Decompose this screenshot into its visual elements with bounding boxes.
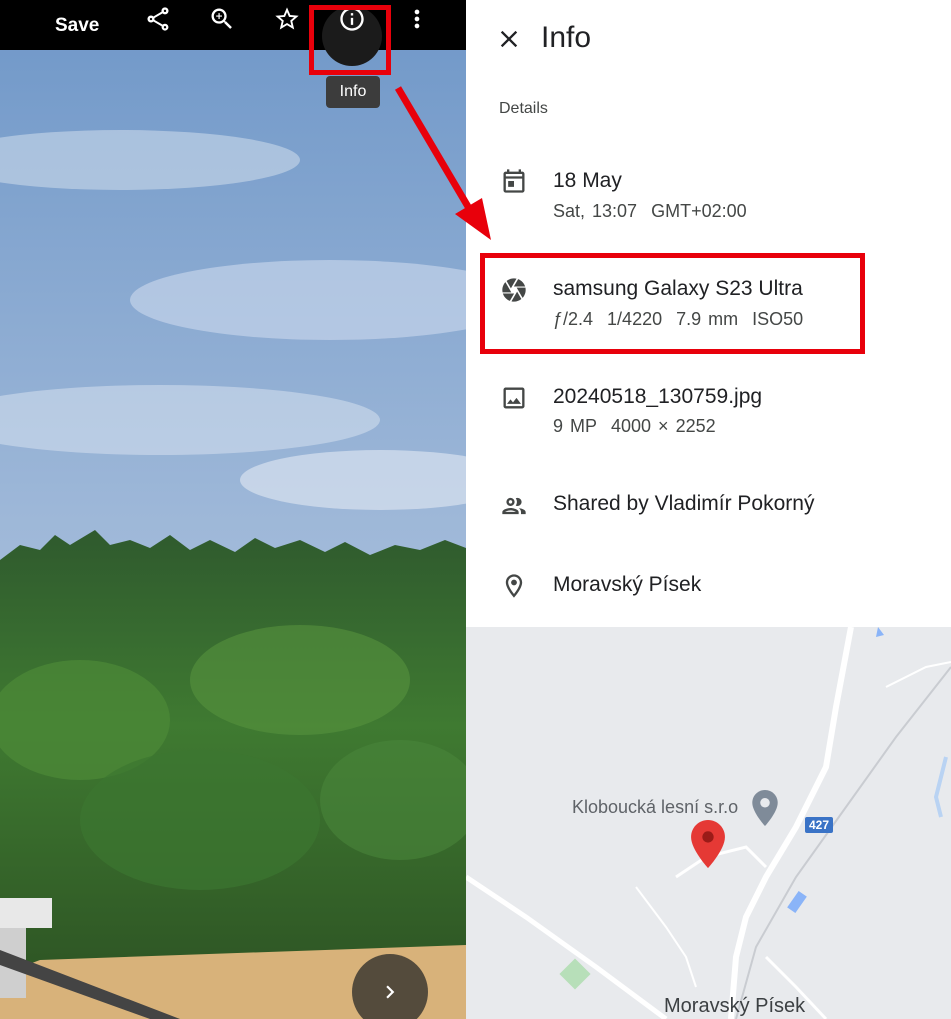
zoom-button[interactable] — [203, 0, 241, 38]
favorite-button[interactable] — [268, 0, 306, 38]
save-button[interactable]: Save — [55, 14, 99, 38]
info-annotation-box — [309, 5, 391, 75]
people-icon — [498, 490, 530, 522]
more-options-button[interactable] — [398, 0, 436, 38]
road-number-badge: 427 — [805, 817, 833, 833]
map-town-label: Moravský Písek — [664, 995, 806, 1017]
map-poi-icon — [752, 790, 778, 826]
file-details: 9 MP 4000 × 2252 — [553, 416, 730, 437]
timezone: GMT+02:00 — [651, 201, 747, 221]
date-subtext: Sat, 13:07 GMT+02:00 — [553, 201, 761, 222]
map-poi-label: Kloboucká lesní s.r.o — [572, 797, 739, 817]
section-label: Details — [499, 100, 548, 117]
photo-viewer: Save Info — [0, 0, 466, 1019]
zoom-in-icon — [211, 8, 232, 29]
map-marker-icon — [691, 820, 725, 868]
camera-annotation-box — [480, 253, 865, 354]
share-icon — [147, 7, 169, 31]
landscape-photo — [0, 0, 466, 1019]
resolution: 4000 × 2252 — [611, 416, 716, 436]
share-button[interactable] — [139, 0, 177, 38]
more-vert-icon — [414, 9, 420, 29]
star-icon — [275, 7, 299, 30]
calendar-icon — [498, 165, 530, 197]
location-map[interactable]: Kloboucká lesní s.r.o 427 Moravský Písek — [466, 627, 951, 1019]
panel-title: Info — [541, 21, 592, 54]
info-panel: Info Details 18 May Sat, 13:07 GMT+02:00 … — [466, 0, 951, 1019]
date-text: 18 May — [553, 169, 622, 192]
location-text: Moravský Písek — [553, 573, 702, 596]
file-name: 20240518_130759.jpg — [553, 385, 763, 408]
info-tooltip: Info — [326, 76, 380, 108]
close-button[interactable] — [494, 22, 524, 56]
location-pin-icon — [498, 570, 530, 602]
chevron-right-icon — [386, 985, 395, 999]
image-icon — [498, 382, 530, 414]
shared-by-text: Shared by Vladimír Pokorný — [553, 492, 815, 515]
megapixels: 9 MP — [553, 416, 598, 436]
close-icon — [500, 30, 518, 48]
day-time: Sat, 13:07 — [553, 201, 638, 221]
